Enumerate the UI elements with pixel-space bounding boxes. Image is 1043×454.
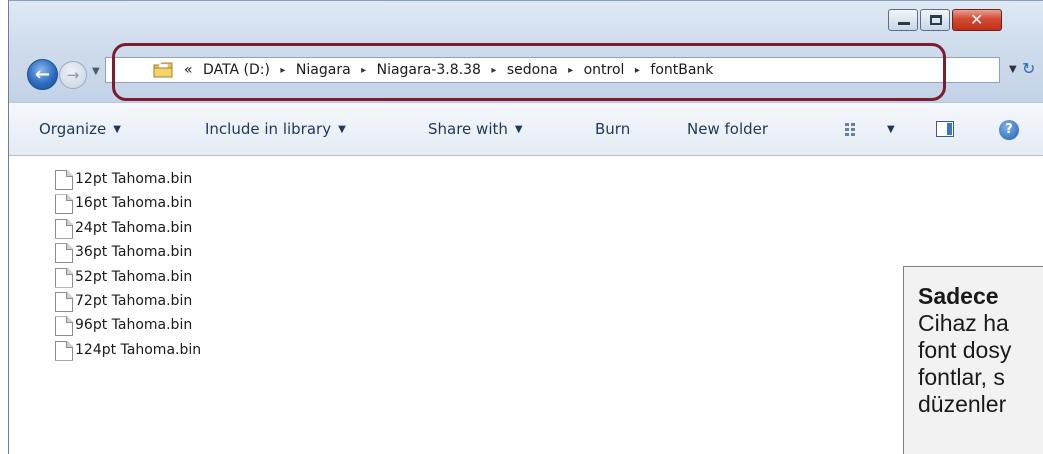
breadcrumb-overflow[interactable]: «	[184, 62, 193, 78]
forward-arrow-icon: →	[66, 66, 80, 84]
view-options-chevron-icon[interactable]: ▼	[887, 124, 895, 135]
explorer-window: ✕ ← → ▼ « DATA (D:) ▸ Niagara ▸ Niagara-…	[8, 0, 1043, 454]
annotation-title: Sadece	[918, 283, 999, 309]
change-view-icon[interactable]	[845, 123, 861, 137]
breadcrumb-separator-icon[interactable]: ▸	[280, 65, 285, 76]
file-icon	[55, 267, 73, 288]
annotation-callout: Sadece Cihaz ha font dosy fontlar, s düz…	[903, 266, 1043, 454]
include-in-library-button[interactable]: Include in library ▼	[205, 120, 346, 138]
file-name: 72pt Tahoma.bin	[75, 292, 193, 309]
close-icon: ✕	[970, 10, 984, 29]
file-name: 52pt Tahoma.bin	[75, 268, 193, 285]
file-name: 36pt Tahoma.bin	[75, 244, 193, 261]
annotation-line: düzenler	[918, 391, 1007, 417]
chevron-down-icon: ▼	[338, 124, 346, 135]
include-in-library-label: Include in library	[205, 120, 332, 138]
forward-button[interactable]: →	[59, 61, 87, 89]
share-with-button[interactable]: Share with ▼	[428, 120, 523, 138]
help-icon[interactable]: ?	[999, 120, 1019, 140]
breadcrumb-separator-icon[interactable]: ▸	[491, 65, 496, 76]
organize-button[interactable]: Organize ▼	[39, 120, 121, 138]
breadcrumb-item-niagara[interactable]: Niagara	[296, 62, 351, 78]
back-arrow-icon: ←	[34, 64, 51, 85]
maximize-icon	[930, 15, 942, 25]
file-name: 96pt Tahoma.bin	[75, 317, 193, 334]
recent-pages-chevron-icon[interactable]: ▼	[92, 66, 100, 77]
chevron-down-icon: ▼	[514, 124, 523, 135]
burn-button[interactable]: Burn	[595, 120, 630, 138]
back-button[interactable]: ←	[27, 59, 58, 90]
new-folder-label: New folder	[687, 120, 769, 138]
file-name: 24pt Tahoma.bin	[75, 219, 193, 236]
file-name: 124pt Tahoma.bin	[75, 341, 202, 358]
file-icon	[55, 340, 73, 361]
chevron-down-icon: ▼	[113, 124, 121, 135]
file-name: 12pt Tahoma.bin	[75, 171, 193, 187]
breadcrumb-item-niagara-version[interactable]: Niagara-3.8.38	[377, 62, 481, 78]
address-bar[interactable]: « DATA (D:) ▸ Niagara ▸ Niagara-3.8.38 ▸…	[105, 57, 1000, 83]
burn-label: Burn	[595, 120, 631, 138]
breadcrumb-item-ontrol[interactable]: ontrol	[584, 62, 625, 78]
folder-icon	[153, 62, 173, 78]
command-bar: Organize ▼ Include in library ▼ Share with…	[9, 102, 1043, 156]
share-with-label: Share with	[428, 120, 508, 138]
breadcrumb-separator-icon[interactable]: ▸	[635, 65, 640, 76]
file-name: 16pt Tahoma.bin	[75, 195, 193, 212]
breadcrumb: « DATA (D:) ▸ Niagara ▸ Niagara-3.8.38 ▸…	[184, 62, 713, 78]
minimize-icon	[898, 22, 910, 25]
annotation-line: Cihaz ha	[918, 310, 1009, 336]
breadcrumb-item-drive[interactable]: DATA (D:)	[203, 62, 270, 78]
file-icon	[55, 316, 73, 337]
breadcrumb-separator-icon[interactable]: ▸	[361, 65, 366, 76]
organize-label: Organize	[39, 120, 107, 138]
annotation-line: font dosy	[918, 337, 1012, 363]
file-icon	[55, 243, 73, 264]
close-button[interactable]: ✕	[952, 9, 1002, 31]
file-icon	[55, 170, 73, 190]
minimize-button[interactable]	[888, 9, 918, 31]
new-folder-button[interactable]: New folder	[687, 120, 768, 138]
refresh-icon[interactable]: ↻	[1022, 59, 1035, 78]
file-icon	[55, 291, 73, 312]
breadcrumb-item-fontbank[interactable]: fontBank	[650, 62, 713, 78]
breadcrumb-item-sedona[interactable]: sedona	[507, 62, 558, 78]
maximize-button[interactable]	[920, 9, 950, 31]
file-icon	[55, 218, 73, 239]
address-history-chevron-icon[interactable]: ▼	[1009, 64, 1017, 75]
title-bar: ✕ ← → ▼ « DATA (D:) ▸ Niagara ▸ Niagara-…	[9, 0, 1043, 102]
breadcrumb-separator-icon[interactable]: ▸	[568, 65, 573, 76]
annotation-line: fontlar, s	[918, 364, 1005, 390]
file-icon	[55, 194, 73, 215]
preview-pane-icon[interactable]	[936, 121, 954, 137]
